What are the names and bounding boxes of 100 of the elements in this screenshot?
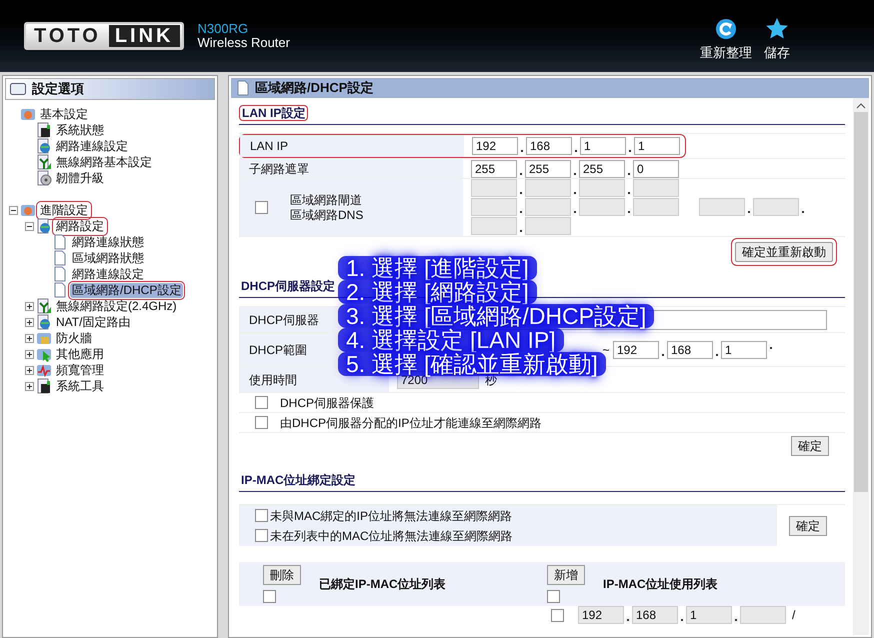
ip-octet-field[interactable]: 255 [525, 160, 571, 178]
ip-octet-field[interactable] [471, 198, 517, 216]
dot-separator [716, 354, 718, 356]
content-header: 區域網路/DHCP設定 [231, 78, 869, 98]
field-label: 區域網路DNS [290, 208, 364, 222]
field-label: 使用時間 [249, 372, 297, 388]
ip-octet-field[interactable]: 192 [613, 340, 659, 358]
monitor-icon [36, 378, 52, 394]
ip-octet-field[interactable] [471, 179, 517, 197]
checkbox[interactable] [255, 529, 268, 542]
folder-icon [10, 83, 26, 95]
ip-octet-field[interactable]: 1 [580, 137, 626, 155]
disc-icon [36, 170, 52, 186]
ip-octet-field[interactable]: 1 [634, 137, 680, 155]
gear-icon [20, 202, 36, 218]
tree-item[interactable]: 區域網路狀態 [70, 250, 146, 266]
refresh-button[interactable]: 重新整理 [700, 17, 752, 63]
refresh-icon [714, 17, 738, 42]
tree-item[interactable]: 系統狀態 [54, 122, 106, 138]
dot-separator [520, 211, 522, 213]
ip-octet-field[interactable]: 192 [578, 606, 624, 624]
tree-item[interactable]: 進階設定 [38, 202, 90, 218]
expand-toggle[interactable] [25, 382, 34, 390]
scroll-up-icon[interactable] [856, 102, 866, 110]
apply-button[interactable]: 確定 [791, 436, 829, 456]
ip-octet-field[interactable] [525, 179, 571, 197]
tree-item[interactable]: 網路連線設定 [70, 266, 146, 282]
dot-separator [748, 211, 750, 213]
option-label: 由DHCP伺服器分配的IP位址才能連線至網際網路 [280, 414, 542, 432]
ip-octet-field[interactable] [699, 198, 745, 216]
page-icon [52, 250, 68, 266]
ip-octet-field[interactable] [525, 198, 571, 216]
save-button[interactable]: 儲存 [764, 17, 790, 63]
expand-toggle[interactable] [25, 302, 34, 310]
dot-separator [628, 211, 630, 213]
tree-item[interactable]: 其他應用 [54, 346, 106, 362]
tree-item[interactable]: 防火牆 [54, 330, 94, 346]
ip-octet-field[interactable] [579, 179, 625, 197]
apply-button[interactable]: 確定 [789, 516, 827, 536]
dot-separator [520, 230, 522, 232]
tree-item[interactable]: 頻寬管理 [54, 362, 106, 378]
expand-toggle[interactable] [25, 350, 34, 358]
apply-button[interactable]: 刪除 [263, 565, 301, 585]
tree-item[interactable]: 無線網路設定(2.4GHz) [54, 298, 179, 314]
dot-separator [628, 192, 630, 194]
ip-octet-field[interactable] [525, 217, 571, 235]
expand-toggle[interactable] [25, 334, 34, 342]
ip-octet-field[interactable] [471, 217, 517, 235]
checkbox[interactable] [551, 608, 564, 622]
apply-button[interactable]: 新增 [547, 565, 585, 585]
ip-octet-field[interactable]: 1 [721, 340, 767, 358]
scrollbar[interactable] [853, 98, 869, 635]
ip-octet-field[interactable]: 0 [633, 160, 679, 178]
collapse-toggle[interactable] [9, 206, 18, 214]
ip-octet-field[interactable] [633, 179, 679, 197]
tree-item[interactable]: NAT/固定路由 [54, 314, 132, 330]
tree-item[interactable]: 基本設定 [38, 106, 90, 122]
gear-icon [20, 106, 36, 122]
option-label: 未與MAC綁定的IP位址將無法連線至網際網路 [270, 508, 512, 524]
ip-octet-field[interactable] [633, 198, 679, 216]
dot-separator [575, 150, 577, 152]
tree-item[interactable]: 無線網路基本設定 [54, 154, 154, 170]
page-icon [52, 282, 68, 298]
checkbox[interactable] [255, 509, 268, 522]
ip-octet-field[interactable]: 1 [686, 606, 732, 624]
antenna-icon [36, 298, 52, 314]
dot-separator [574, 211, 576, 213]
field-label: LAN IP [240, 135, 464, 157]
tree-item[interactable]: 區域網路/DHCP設定 [70, 282, 184, 298]
dot-separator [735, 619, 737, 621]
tree-item[interactable]: 網路設定 [54, 218, 106, 234]
checkbox[interactable] [255, 416, 268, 429]
expand-toggle[interactable] [25, 366, 34, 374]
checkbox[interactable] [255, 201, 268, 214]
ip-octet-field[interactable]: 168 [667, 340, 713, 358]
ip-octet-field[interactable] [579, 198, 625, 216]
dot-separator [521, 150, 523, 152]
checkbox[interactable] [255, 396, 268, 409]
tree-item[interactable]: 網路連線狀態 [70, 234, 146, 250]
ip-octet-field[interactable]: 192 [472, 137, 518, 155]
checkbox[interactable] [263, 590, 276, 603]
ip-octet-field[interactable]: 168 [632, 606, 678, 624]
ip-octet-field[interactable]: 255 [579, 160, 625, 178]
expand-toggle[interactable] [25, 318, 34, 326]
dot-separator [520, 172, 522, 174]
page-icon [235, 80, 251, 96]
ip-octet-field[interactable]: 255 [471, 160, 517, 178]
tree-item[interactable]: 系統工具 [54, 378, 106, 394]
brand-logo: TOTO LINK [24, 22, 184, 50]
tree-item[interactable]: 韌體升級 [54, 170, 106, 186]
ip-octet-field[interactable]: 168 [526, 137, 572, 155]
ip-octet-field[interactable] [740, 606, 786, 624]
collapse-toggle[interactable] [25, 222, 34, 230]
ip-octet-field[interactable] [753, 198, 799, 216]
checkbox[interactable] [547, 590, 560, 603]
pulse-icon [36, 362, 52, 378]
product-subtitle: Wireless Router [198, 36, 290, 50]
globe-icon [36, 218, 52, 234]
tree-item[interactable]: 網路連線設定 [54, 138, 130, 154]
dot-separator [629, 150, 631, 152]
